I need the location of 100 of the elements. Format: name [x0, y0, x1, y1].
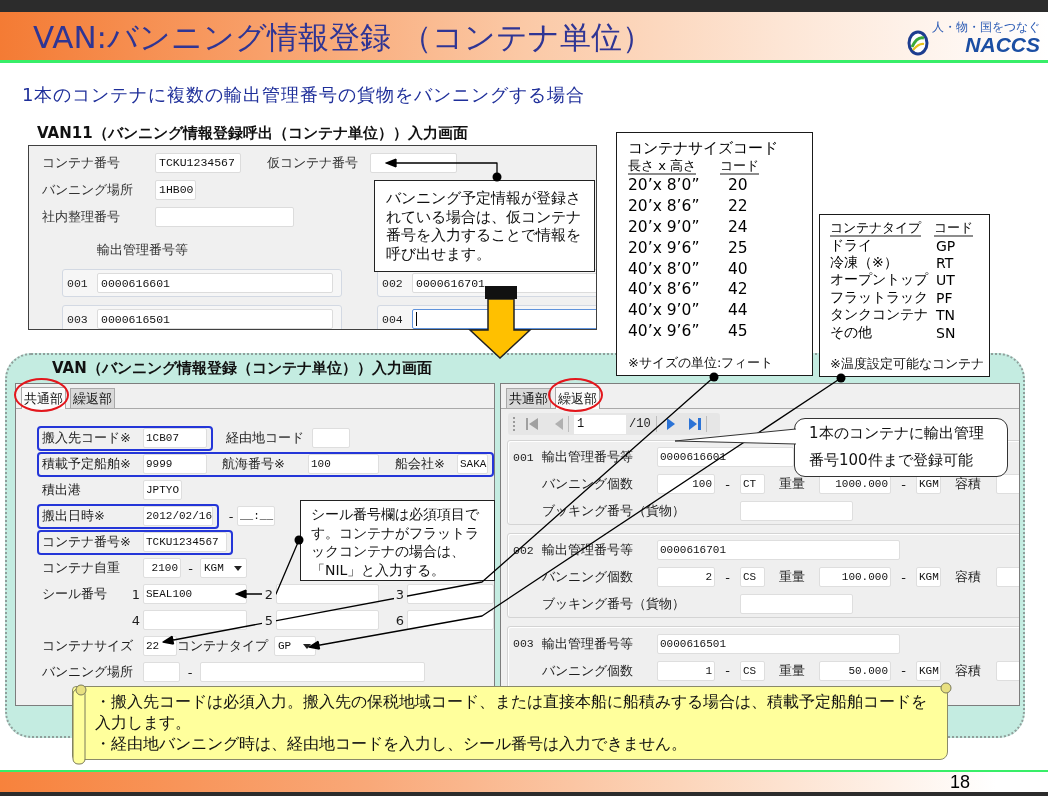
table-cell: ドライ — [830, 236, 872, 255]
page-count: /10 — [629, 417, 651, 431]
callout: バンニング予定情報が登録されている場合は、仮コンテナ番号を入力することで情報を呼び出せます。 — [374, 180, 595, 272]
input-field[interactable]: 2012/02/16 — [143, 506, 213, 526]
input-field[interactable]: CT — [740, 474, 765, 494]
table-note: ※サイズの単位:フィート — [628, 355, 774, 371]
table-cell-text: 冷凍（※） — [830, 254, 898, 272]
table-cell-text: 20 — [727, 176, 748, 195]
table-cell: 40’x 8’0” — [628, 259, 700, 278]
input-field[interactable]: KGM — [916, 660, 941, 681]
table-cell: 40’x 9’0” — [628, 301, 700, 320]
table-cell-text: 44 — [727, 301, 748, 320]
field-label: コンテナタイプ — [177, 637, 270, 655]
input-field[interactable]: __:__ — [237, 506, 275, 526]
dash-separator: - — [227, 508, 235, 524]
note-text: ・経由地バンニング時は、経由地コードを入力し、シール番号は入力できません。 — [95, 734, 688, 755]
tab[interactable]: 共通部 — [506, 388, 551, 408]
field-label: バンニング場所 — [42, 663, 134, 681]
input-field[interactable]: CS — [740, 567, 765, 587]
input-field[interactable]: 22 — [143, 636, 177, 656]
input-field[interactable]: 9999 — [143, 454, 207, 474]
input-field[interactable]: 0000616701 — [412, 273, 596, 293]
triangle-left-icon[interactable] — [555, 418, 563, 430]
input-field[interactable]: 100 — [657, 474, 715, 494]
input-field[interactable]: CS — [740, 660, 765, 681]
field-label: 重量 — [779, 661, 806, 680]
field-label: ブッキング番号（貨物） — [542, 594, 686, 613]
input-field[interactable]: TCKU1234567 — [143, 532, 227, 552]
field-label: 搬入先コード※ — [42, 429, 132, 447]
tab[interactable]: 共通部 — [21, 387, 66, 409]
field-label: 搬出日時※ — [42, 507, 106, 525]
scroll-curl-icon — [940, 682, 952, 694]
table-title: コンテナサイズコード — [628, 138, 778, 158]
input-field[interactable]: SAKA — [457, 454, 488, 474]
column-header: コード — [720, 158, 759, 175]
input-field[interactable]: 0000616601 — [97, 273, 333, 293]
dash-separator: - — [900, 569, 907, 585]
field-label: 経由地コード — [226, 429, 305, 447]
caret-icon — [234, 565, 242, 571]
input-field[interactable]: 1 — [657, 660, 715, 681]
tab[interactable]: 繰返部 — [70, 388, 115, 408]
table-cell: 40’x 9’6” — [628, 321, 700, 340]
field-label: バンニング個数 — [542, 475, 634, 493]
input-field[interactable]: 0000616701 — [657, 540, 900, 561]
input-field[interactable]: 1HB00 — [155, 179, 196, 200]
skip-forward-icon[interactable] — [688, 418, 701, 430]
screen-title: VAN11（バンニング情報登録呼出（コンテナ単位））入力画面 — [37, 124, 468, 142]
logo-text: NACCS — [965, 34, 1040, 56]
dash-separator: - — [724, 476, 731, 492]
table-cell-text: RT — [935, 255, 954, 272]
input-field[interactable]: 100 — [308, 454, 379, 474]
caret-icon — [303, 643, 311, 649]
input-field[interactable]: 0000616501 — [657, 633, 900, 654]
table-cell-text: GP — [935, 237, 956, 254]
table-cell-text: 40 — [727, 259, 748, 278]
page-field[interactable]: 1 — [574, 414, 626, 434]
dash-separator: - — [900, 663, 907, 678]
table-cell-text: UT — [935, 272, 955, 289]
screen-title: VAN（バンニング情報登録（コンテナ単位））入力画面 — [52, 360, 432, 377]
field-label: コンテナ番号※ — [42, 533, 132, 551]
field-label: 容積 — [955, 568, 982, 586]
input-field[interactable]: 1CB07 — [143, 428, 207, 448]
field-label: 積載予定船舶※ — [42, 455, 132, 473]
column-header: コンテナタイプ — [830, 220, 921, 237]
field-label: 重量 — [779, 568, 806, 586]
field-label: 輸出管理番号等 — [97, 241, 188, 259]
input-field[interactable]: SEAL100 — [143, 584, 247, 604]
dropdown[interactable]: GP — [274, 636, 316, 656]
row-number: 001 — [513, 450, 535, 466]
dash-separator: - — [900, 476, 907, 492]
tab[interactable]: 繰返部 — [555, 387, 600, 409]
slide-title: VAN:バンニング情報登録 （コンテナ単位） — [33, 18, 653, 56]
input-field[interactable]: 2100 — [143, 558, 181, 578]
callout: 1本のコンテナに輸出管理番号100件まで登録可能 — [794, 418, 1008, 477]
table-cell: 20’x 8’6” — [628, 197, 700, 216]
table-cell-text: PF — [935, 289, 953, 306]
field-label: コンテナ番号 — [42, 153, 121, 172]
input-field[interactable]: 100.000 — [819, 567, 891, 587]
input-field[interactable]: 2 — [657, 567, 715, 587]
row-number: 003 — [67, 312, 89, 326]
logo-icon — [907, 30, 929, 56]
input-field[interactable]: JPTYO — [143, 480, 182, 500]
input-field[interactable]: 0000616501 — [97, 309, 333, 329]
triangle-right-icon[interactable] — [666, 418, 675, 430]
dropdown[interactable]: KGM — [200, 558, 247, 578]
table-cell: 40’x 8’6” — [628, 280, 700, 299]
column-header: コード — [934, 220, 973, 237]
input-field[interactable]: 50.000 — [819, 660, 891, 681]
input-field[interactable]: TCKU1234567 — [155, 152, 241, 173]
table-cell-text: 42 — [727, 280, 748, 299]
field-label: バンニング個数 — [542, 661, 634, 680]
table-cell-text: 25 — [727, 238, 748, 257]
field-label: 航海番号※ — [222, 455, 286, 473]
field-label: 社内整理番号 — [42, 207, 121, 226]
field-label: 輸出管理番号等 — [542, 634, 634, 653]
skip-back-icon[interactable] — [526, 418, 538, 430]
table-cell: 20’x 9’6” — [628, 238, 700, 257]
input-field[interactable]: KGM — [916, 567, 941, 587]
logo-tagline: 人・物・国をつなぐ — [932, 20, 1040, 34]
grip-icon — [513, 417, 516, 431]
